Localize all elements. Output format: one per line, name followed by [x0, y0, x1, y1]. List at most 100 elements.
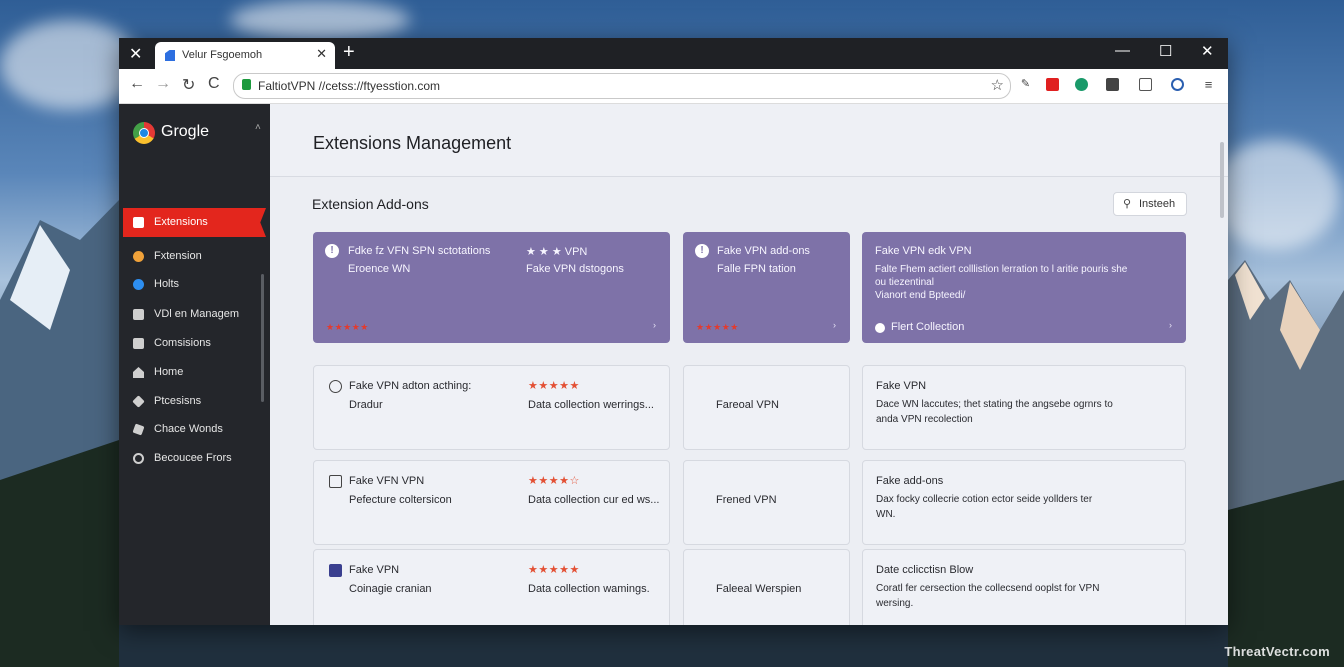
address-bar[interactable]: FaltiotVPN //cetss://ftyesstion.com ☆: [233, 73, 1011, 99]
star-rating: ★★★★★: [326, 322, 369, 332]
sidebar-item[interactable]: Becoucee Frors: [119, 449, 270, 471]
green-addon-icon[interactable]: [1075, 78, 1088, 91]
settings-icon: [132, 423, 145, 436]
extension-card[interactable]: Fake VPN adton acthing: Dradur ★★★★★ Dat…: [313, 365, 670, 450]
sidebar-item[interactable]: Chace Wonds: [119, 420, 270, 442]
extension-card[interactable]: Fake VPN edk VPN Falte Fhem actiert coll…: [862, 232, 1186, 343]
refresh-icon[interactable]: C: [208, 75, 220, 93]
sidebar-item[interactable]: Holts: [119, 275, 270, 297]
globe-icon: [133, 279, 144, 290]
rating-note: Data collection cur ed ws...: [528, 494, 660, 506]
logo-text: Grogle: [161, 123, 210, 140]
sidebar-item[interactable]: Fxtension: [119, 247, 270, 269]
watermark: ThreatVectr.com: [1224, 644, 1330, 659]
extension-card[interactable]: Fake VFN VPN Pefecture coltersicon ★★★★☆…: [313, 460, 670, 545]
star-rating: ★★★★★: [696, 322, 739, 332]
alert-icon: !: [325, 244, 339, 258]
sidebar-item-label: Home: [154, 366, 184, 378]
extension-card[interactable]: Frened VPN: [683, 460, 850, 545]
sidebar-item[interactable]: VDl en Managem: [119, 305, 270, 327]
chevron-right-icon[interactable]: ›: [653, 320, 656, 330]
alert-icon: [329, 380, 342, 393]
sidebar-item-label: Holts: [154, 278, 180, 290]
card-title: Fake add-ons: [876, 475, 944, 487]
chevron-right-icon[interactable]: ›: [1169, 320, 1172, 330]
card-title: Fareoal VPN: [716, 399, 779, 411]
tab-close-icon[interactable]: ✕: [316, 46, 327, 62]
puzzle-icon[interactable]: ✎: [1019, 78, 1032, 91]
tab-favicon-icon: [165, 50, 175, 61]
media-icon[interactable]: [1106, 78, 1119, 91]
extension-card[interactable]: Fake VPN Dace WN laccutes; thet stating …: [862, 365, 1186, 450]
app-icon: [329, 564, 342, 577]
card-footer: Flert Collection: [891, 321, 965, 333]
new-tab-button[interactable]: +: [343, 41, 355, 64]
extension-card[interactable]: Fareoal VPN: [683, 365, 850, 450]
sidebar-item-label: Ptcesisns: [154, 395, 202, 407]
red-shield-icon[interactable]: [1046, 78, 1059, 91]
window-close-button[interactable]: ✕: [1201, 42, 1214, 60]
card-title: Fake VPN: [349, 564, 400, 576]
section-title: Extension Add-ons: [312, 196, 429, 212]
url-text[interactable]: FaltiotVPN //cetss://ftyesstion.com: [258, 79, 440, 93]
extension-icon: [133, 251, 144, 262]
menu-icon[interactable]: ≡: [1202, 78, 1215, 91]
sidebar-item-label: Extensions: [154, 216, 208, 228]
sidebar-item-label: Comsisions: [154, 337, 211, 349]
sidebar-item[interactable]: Home: [119, 363, 270, 385]
card-title: Fake VPN adton acthing:: [349, 380, 472, 392]
sidebar-item[interactable]: Comsisions: [119, 334, 270, 356]
lock-icon: [242, 79, 251, 90]
document-icon: [133, 338, 144, 349]
card-title: Fdke fz VFN SPN sctotations: [348, 245, 491, 257]
sidebar-item-extensions[interactable]: Extensions: [123, 208, 266, 237]
manager-icon: [133, 309, 144, 320]
page-title: Extensions Management: [313, 133, 512, 153]
clipboard-icon[interactable]: [1139, 78, 1152, 91]
sidebar-item-label: Becoucee Frors: [154, 452, 232, 464]
browser-tab[interactable]: Velur Fsgoemoh ✕: [155, 42, 335, 69]
circle-icon: [133, 453, 144, 464]
search-icon: ⚲: [1123, 198, 1132, 210]
card-subtitle: Fake VPN dstogons: [526, 263, 624, 275]
back-button[interactable]: ←: [129, 75, 145, 93]
extension-card[interactable]: Fake add-ons Dax focky collecrie cotion …: [862, 460, 1186, 545]
sidebar-scrollbar[interactable]: [261, 274, 264, 402]
close-icon[interactable]: ✕: [129, 44, 142, 64]
star-rating: ★★★★☆: [528, 475, 580, 487]
extension-card[interactable]: Faleeal Werspien: [683, 549, 850, 625]
card-title: Fake VPN edk VPN: [875, 245, 972, 257]
extension-card[interactable]: Date cclicctisn Blow Coratl fer cersecti…: [862, 549, 1186, 625]
chevron-right-icon[interactable]: ›: [833, 320, 836, 330]
forward-button[interactable]: →: [155, 75, 171, 93]
card-description: Dax focky collecrie cotion ector seide y…: [876, 494, 1093, 505]
extension-card[interactable]: ! Fake VPN add-ons Falle FPN tation ★★★★…: [683, 232, 850, 343]
card-title: Date cclicctisn Blow: [876, 564, 974, 576]
card-title: Fake VPN add-ons: [717, 245, 810, 257]
cloud: [230, 0, 410, 40]
browser-toolbar: ← → ↻ C FaltiotVPN //cetss://ftyesstion.…: [119, 69, 1228, 104]
extension-card[interactable]: Fake VPN Coinagie cranian ★★★★★ Data col…: [313, 549, 670, 625]
card-description: wersing.: [876, 598, 914, 609]
card-title: ★ ★ ★ VPN: [526, 246, 588, 258]
main-header: Extensions Management: [270, 104, 1228, 177]
tools-icon: [132, 395, 145, 408]
card-title: Fake VPN: [876, 380, 927, 392]
minimize-button[interactable]: —: [1115, 42, 1130, 59]
main-scrollbar[interactable]: [1220, 142, 1224, 218]
install-button[interactable]: ⚲ Insteeh: [1113, 192, 1187, 216]
maximize-button[interactable]: ☐: [1159, 42, 1172, 60]
profile-icon[interactable]: [1171, 78, 1184, 91]
star-rating: ★★★★★: [528, 380, 580, 392]
caret-icon[interactable]: ˄: [255, 122, 261, 133]
reload-button[interactable]: ↻: [182, 75, 195, 95]
card-description: ou tiezentinal: [875, 277, 934, 288]
card-subtitle: Dradur: [349, 399, 383, 411]
bookmark-star-icon[interactable]: ☆: [991, 76, 1004, 94]
sidebar-item[interactable]: Ptcesisns: [119, 392, 270, 414]
card-description: Vianort end Bpteedi/: [875, 290, 966, 301]
card-title: Fake VFN VPN: [349, 475, 425, 487]
home-icon: [133, 367, 144, 378]
extension-card[interactable]: ! Fdke fz VFN SPN sctotations Eroence WN…: [313, 232, 670, 343]
card-description: Coratl fer cersection the collecsend oop…: [876, 583, 1100, 594]
